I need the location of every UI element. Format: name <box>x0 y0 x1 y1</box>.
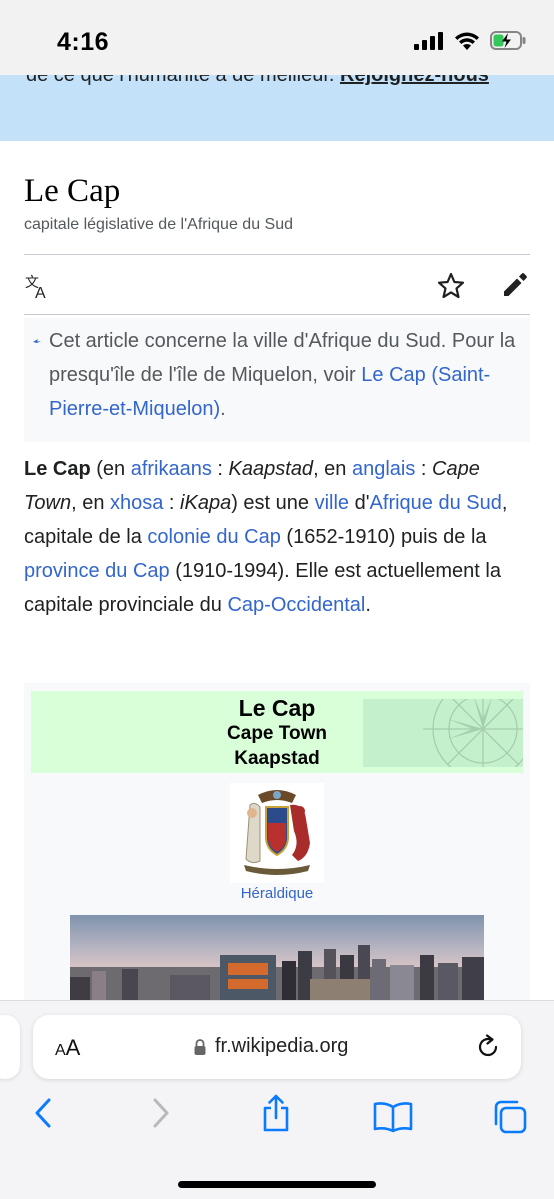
url-display[interactable]: fr.wikipedia.org <box>193 1035 348 1058</box>
donation-banner: de ce que l'humanité a de meilleur. Rejo… <box>0 75 554 141</box>
hatnote-text: Cet article concerne la ville d'Afrique … <box>49 324 519 426</box>
lead-paragraph: Le Cap (en afrikaans : Kaapstad, en angl… <box>24 452 534 622</box>
lead-text: : <box>211 458 229 480</box>
infobox-header: Le Cap Cape Town Kaapstad <box>31 691 523 773</box>
header-divider <box>24 254 530 255</box>
lead-text: . <box>365 594 371 616</box>
actions-divider <box>24 314 530 315</box>
forward-icon[interactable] <box>150 1097 172 1129</box>
infobox-name-af: Kaapstad <box>234 748 320 769</box>
cellular-signal-icon <box>414 31 443 50</box>
url-text: fr.wikipedia.org <box>215 1035 349 1057</box>
status-time: 4:16 <box>57 28 110 56</box>
lead-text: ) est une <box>231 492 315 514</box>
status-bar: 4:16 <box>0 0 554 75</box>
svg-text:A: A <box>35 285 46 300</box>
lead-bold-title: Le Cap <box>24 458 91 480</box>
banner-message: de ce que l'humanité a de meilleur. <box>26 75 341 86</box>
emblem-caption[interactable]: Héraldique <box>24 885 530 902</box>
link-anglais[interactable]: anglais <box>352 458 415 480</box>
battery-charging-icon <box>490 31 526 50</box>
infobox-name-en: Cape Town <box>227 723 327 744</box>
lead-text: , en <box>313 458 352 480</box>
share-icon[interactable] <box>260 1093 292 1133</box>
lead-italic: Kaapstad <box>228 458 314 480</box>
hatnote-end: . <box>220 398 226 420</box>
address-bar[interactable]: AA fr.wikipedia.org <box>33 1015 521 1079</box>
translate-icon[interactable]: 文 A <box>24 272 52 300</box>
banner-join-link[interactable]: Rejoignez-nous <box>340 75 489 86</box>
previous-tab-card[interactable] <box>0 1015 20 1079</box>
lead-text: (1652-1910) puis de la <box>280 526 487 548</box>
lead-text: d' <box>349 492 370 514</box>
reload-icon[interactable] <box>475 1034 501 1060</box>
aa-large: A <box>65 1035 81 1060</box>
link-afrique-du-sud[interactable]: Afrique du Sud <box>370 492 502 514</box>
banner-text: de ce que l'humanité a de meilleur. Rejo… <box>26 75 526 92</box>
coat-of-arms-image[interactable] <box>230 783 324 883</box>
status-icons <box>414 31 526 50</box>
lead-text: (en <box>90 458 131 480</box>
link-afrikaans[interactable]: afrikaans <box>131 458 212 480</box>
browser-toolbar: AA fr.wikipedia.org <box>0 1000 554 1199</box>
reader-options-button[interactable]: AA <box>55 1035 80 1061</box>
link-colonie-du-cap[interactable]: colonie du Cap <box>147 526 280 548</box>
wifi-icon <box>455 32 479 50</box>
page-subtitle: capitale législative de l'Afrique du Sud <box>24 216 293 233</box>
page-title: Le Cap <box>24 173 121 209</box>
link-xhosa[interactable]: xhosa <box>110 492 163 514</box>
bookmarks-icon[interactable] <box>373 1101 413 1133</box>
hatnote-arrow-icon <box>33 339 41 343</box>
lead-text: : <box>415 458 433 480</box>
lead-text: : <box>163 492 181 514</box>
star-icon[interactable] <box>437 272 465 299</box>
infobox: Le Cap Cape Town Kaapstad Héraldique <box>24 683 530 1013</box>
hatnote: Cet article concerne la ville d'Afrique … <box>24 318 530 442</box>
coat-of-arms-icon <box>230 783 324 883</box>
link-cap-occidental[interactable]: Cap-Occidental <box>227 594 365 616</box>
city-skyline-photo[interactable] <box>70 915 484 1013</box>
lead-text: , en <box>71 492 110 514</box>
emblem-caption-link[interactable]: Héraldique <box>241 885 314 902</box>
pencil-icon[interactable] <box>502 272 528 298</box>
aa-small: A <box>55 1042 66 1059</box>
link-province-du-cap[interactable]: province du Cap <box>24 560 170 582</box>
infobox-title: Le Cap <box>238 695 316 721</box>
back-icon[interactable] <box>32 1097 54 1129</box>
skyline-image <box>70 915 484 1013</box>
link-ville[interactable]: ville <box>315 492 349 514</box>
tabs-icon[interactable] <box>492 1099 528 1135</box>
lock-icon <box>194 1038 206 1055</box>
home-indicator <box>178 1181 376 1188</box>
lead-italic: iKapa <box>180 492 232 514</box>
